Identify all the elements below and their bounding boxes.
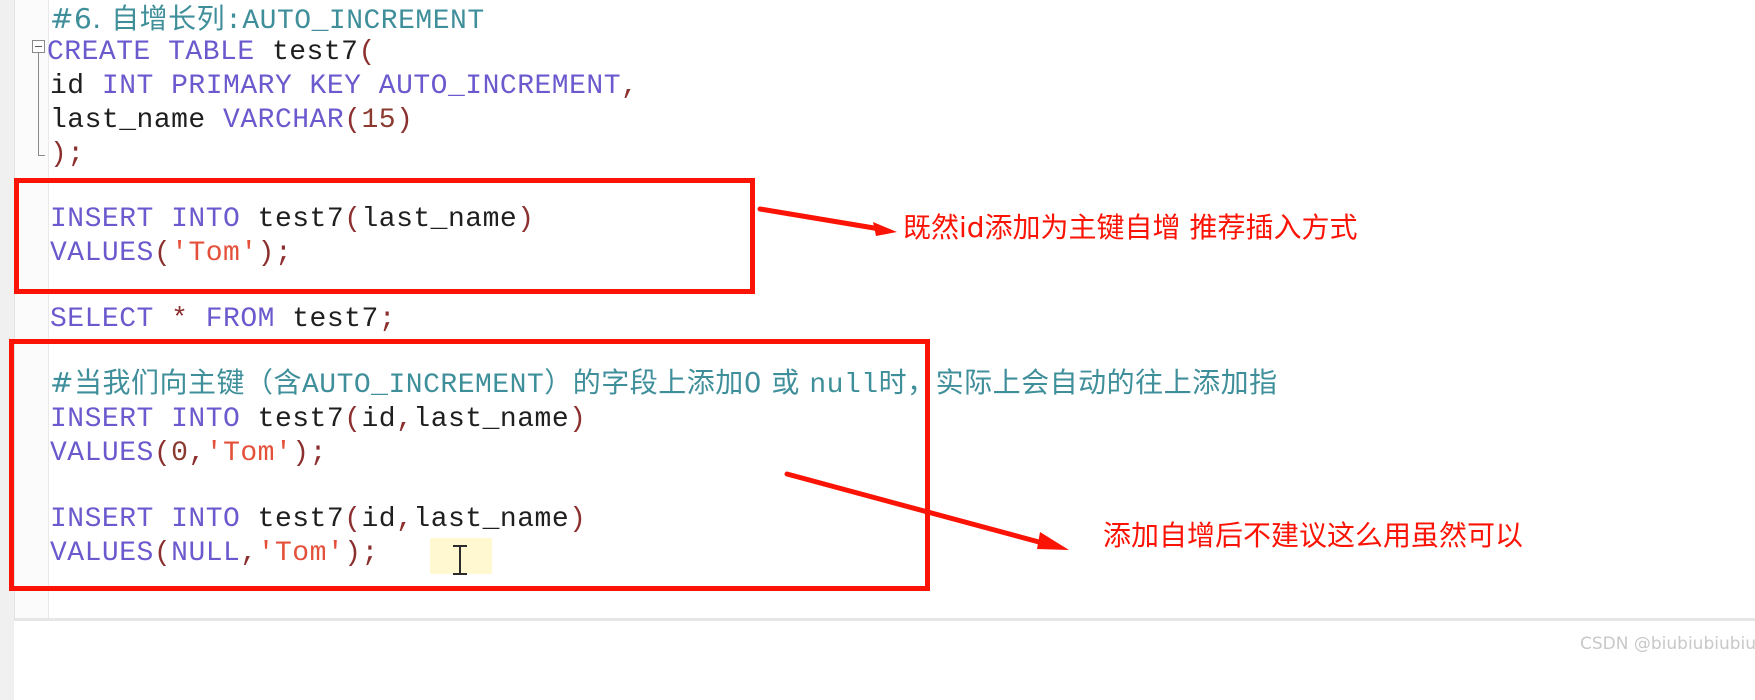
line-col-id-seg-2: ,: [621, 71, 639, 102]
sql-editor-screenshot: #6. 自增长列:AUTO_INCREMENT CREATE TABLE tes…: [0, 0, 1755, 700]
code-line-select: SELECT * FROM test7;: [50, 303, 396, 337]
line-select-seg-2: FROM: [205, 304, 293, 335]
editor-bottom-rail: [0, 621, 14, 700]
code-line-create-table: CREATE TABLE test7(: [47, 36, 376, 70]
csdn-watermark: CSDN @biubiubiubiu0706: [1580, 634, 1755, 654]
line-create-table-seg-0: CREATE TABLE: [47, 37, 272, 68]
line-col-lastname-seg-3: 15: [361, 105, 397, 136]
annotation-label-not-recommended: 添加自增后不建议这么用虽然可以: [1103, 519, 1524, 552]
line-select-seg-3: test7: [292, 304, 379, 335]
line-col-id-seg-0: id: [50, 71, 102, 102]
code-line-col-lastname: last_name VARCHAR(15): [50, 104, 413, 138]
highlight-box-recommended-insert: [14, 178, 755, 294]
line-col-lastname-seg-0: last_name: [50, 105, 224, 136]
line-create-table-seg-1: test7: [271, 37, 359, 68]
line-comment-null-seg-4: 时，实际上会自动的往上添加指: [878, 366, 1278, 399]
line-col-lastname-seg-2: (: [344, 105, 362, 136]
line-col-lastname-seg-4: ): [396, 105, 414, 136]
annotation-arrow-not-recommended: [784, 471, 1069, 550]
annotation-arrow-recommended: [757, 206, 897, 236]
line-col-id-seg-1: INT PRIMARY KEY AUTO_INCREMENT: [101, 71, 622, 102]
line-create-close-seg-0: );: [50, 139, 85, 170]
code-line-comment-6: #6. 自增长列:AUTO_INCREMENT: [50, 2, 485, 39]
line-comment-6-seg-0: #6. 自增长列: [50, 2, 226, 35]
line-create-table-seg-2: (: [358, 37, 376, 68]
line-comment-6-seg-1: :AUTO_INCREMENT: [225, 6, 485, 37]
line-select-seg-4: ;: [378, 304, 397, 335]
line-select-seg-0: SELECT: [50, 304, 172, 335]
editor-bottom-strip: [0, 621, 1755, 700]
code-line-create-close: );: [50, 138, 85, 172]
line-select-seg-1: *: [171, 304, 206, 335]
code-line-col-id: id INT PRIMARY KEY AUTO_INCREMENT,: [50, 70, 638, 104]
annotation-label-recommended-insert: 既然id添加为主键自增 推荐插入方式: [903, 211, 1358, 244]
line-col-lastname-seg-1: VARCHAR: [223, 105, 345, 136]
